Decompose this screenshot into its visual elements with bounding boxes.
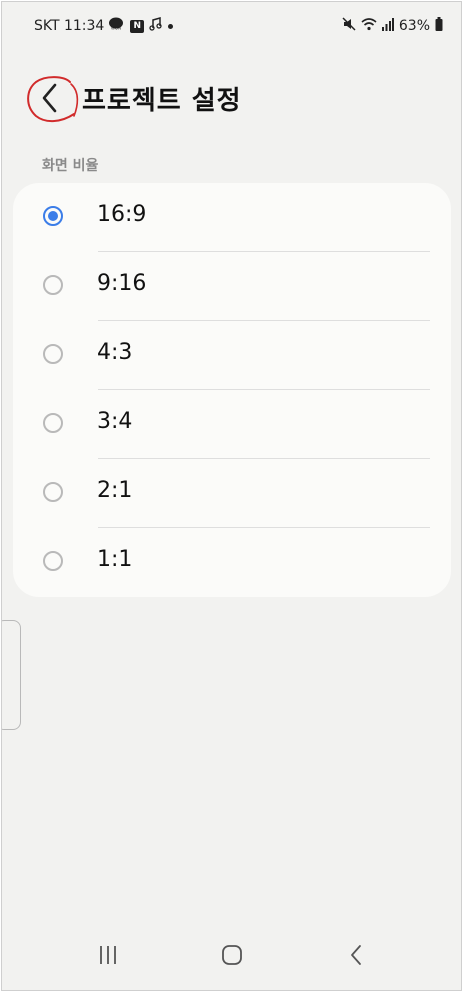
option-9-16[interactable]: 9:16: [13, 252, 451, 321]
wifi-icon: [361, 17, 377, 35]
nav-back-button[interactable]: [336, 940, 376, 970]
option-label: 16:9: [97, 202, 147, 227]
option-label: 9:16: [97, 271, 147, 296]
n-badge-icon: N: [130, 19, 145, 33]
aspect-ratio-options-card: 16:9 9:16 4:3 3:4 2:1 1:1: [13, 183, 451, 597]
option-label: 1:1: [97, 547, 133, 572]
carrier-time: SKT 11:34: [34, 18, 105, 34]
music-icon: [149, 17, 163, 35]
option-label: 4:3: [97, 340, 133, 365]
back-button[interactable]: [24, 76, 80, 128]
radio-button[interactable]: [43, 551, 63, 571]
notification-dot-icon: [168, 23, 174, 29]
option-1-1[interactable]: 1:1: [13, 528, 451, 597]
navigation-bar: [2, 932, 461, 982]
status-bar: SKT 11:34 WON N 63%: [2, 2, 461, 46]
status-left: SKT 11:34 WON N: [34, 17, 174, 35]
chat-icon: WON: [109, 17, 125, 35]
battery-icon: [435, 17, 443, 35]
option-4-3[interactable]: 4:3: [13, 321, 451, 390]
option-2-1[interactable]: 2:1: [13, 459, 451, 528]
radio-button-selected[interactable]: [43, 206, 63, 226]
section-label-aspect-ratio: 화면 비율: [42, 158, 99, 174]
radio-button[interactable]: [43, 413, 63, 433]
nav-back-icon: [351, 945, 361, 965]
option-label: 3:4: [97, 409, 133, 434]
option-16-9[interactable]: 16:9: [13, 183, 451, 252]
option-3-4[interactable]: 3:4: [13, 390, 451, 459]
signal-icon: [381, 17, 394, 35]
radio-button[interactable]: [43, 482, 63, 502]
edge-panel-handle[interactable]: [2, 620, 21, 730]
status-right: 63%: [342, 17, 443, 35]
option-label: 2:1: [97, 478, 133, 503]
recent-apps-icon: [100, 946, 116, 964]
mute-icon: [342, 17, 356, 35]
radio-button[interactable]: [43, 344, 63, 364]
radio-button[interactable]: [43, 275, 63, 295]
app-window: SKT 11:34 WON N 63% 프로젝트 설정 화면 비율 16:9 9…: [1, 1, 462, 991]
recent-apps-button[interactable]: [88, 940, 128, 970]
home-button[interactable]: [212, 940, 252, 970]
home-icon: [222, 945, 242, 965]
back-arrow-icon: [27, 76, 79, 122]
page-title: 프로젝트 설정: [82, 86, 242, 116]
svg-text:WON: WON: [111, 26, 121, 31]
battery-level: 63%: [398, 18, 430, 34]
